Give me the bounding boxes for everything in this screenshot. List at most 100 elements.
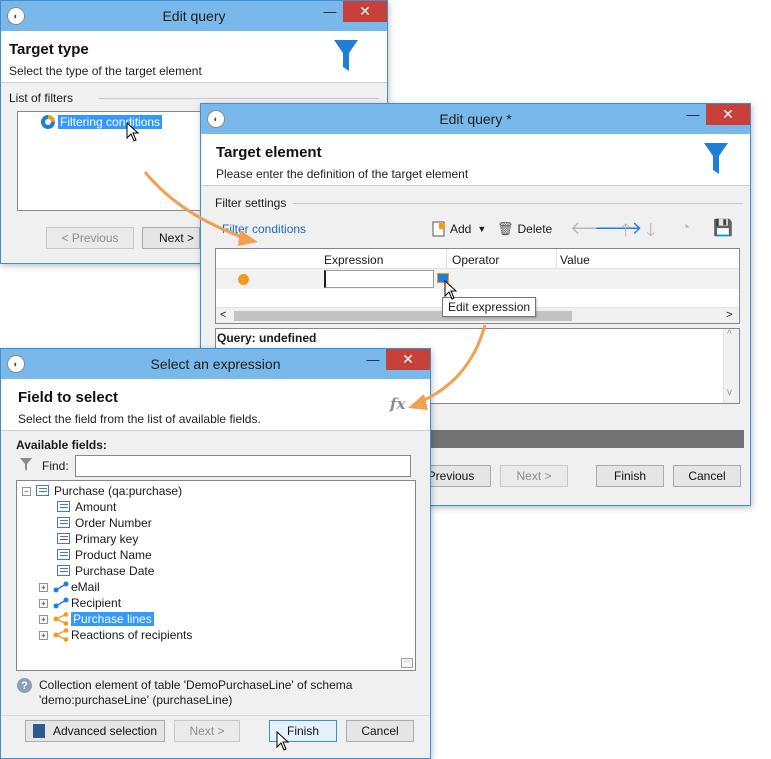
tree-field-product-name[interactable]: Product Name xyxy=(57,547,152,563)
filter-icon xyxy=(704,143,728,174)
arrow-right-icon[interactable]: 🡒 xyxy=(594,218,642,239)
titlebar[interactable]: ◐ Edit query * — ✕ xyxy=(201,104,750,134)
tree-root[interactable]: − Purchase (qa:purchase) xyxy=(22,483,182,499)
tree-root-label: Purchase (qa:purchase) xyxy=(54,484,183,498)
tree-field-amount[interactable]: Amount xyxy=(57,499,116,515)
list-item-filtering-conditions[interactable]: Filtering conditions xyxy=(40,114,164,130)
finish-button[interactable]: Finish xyxy=(596,465,664,487)
tree-link-reactions[interactable]: + Reactions of recipients xyxy=(39,627,192,643)
trash-icon: 🗑 xyxy=(497,221,514,236)
arrow-up-icon[interactable]: 🡑 xyxy=(621,218,630,248)
arrow-down-icon[interactable]: 🡓 xyxy=(646,218,655,248)
cursor-icon xyxy=(276,731,290,751)
app-icon: ◐ xyxy=(207,110,225,128)
scroll-right-icon[interactable]: > xyxy=(726,309,732,321)
scroll-left-icon[interactable]: < xyxy=(220,309,226,321)
titlebar[interactable]: ◐ Edit query — ✕ xyxy=(1,1,387,31)
field-label: Product Name xyxy=(75,548,152,562)
close-button[interactable]: ✕ xyxy=(343,1,387,22)
cancel-button[interactable]: Cancel xyxy=(346,720,414,742)
select-expression-window: ◐ Select an expression — ✕ Field to sele… xyxy=(0,348,431,759)
key-field-icon xyxy=(57,533,71,545)
cursor-icon xyxy=(126,122,140,142)
header: Target type Select the type of the targe… xyxy=(1,31,387,83)
tree-field-order-number[interactable]: Order Number xyxy=(57,515,152,531)
cancel-button[interactable]: Cancel xyxy=(673,465,741,487)
tree-link-recipient[interactable]: + Recipient xyxy=(39,595,121,611)
available-fields-label: Available fields: xyxy=(16,438,107,452)
link-icon xyxy=(53,581,69,593)
scroll-down-icon[interactable]: v xyxy=(727,387,732,398)
funnel-icon xyxy=(20,458,32,471)
table-row[interactable] xyxy=(216,269,739,289)
filter-conditions-link[interactable]: Filter conditions xyxy=(222,222,306,236)
column-expression[interactable]: Expression xyxy=(324,253,383,267)
field-label: Amount xyxy=(75,500,117,514)
vertical-scrollbar[interactable]: ^ v xyxy=(723,329,739,403)
field-icon xyxy=(57,501,71,513)
link-label: Reactions of recipients xyxy=(71,628,193,642)
next-button[interactable]: Next > xyxy=(174,720,240,742)
expand-icon[interactable]: + xyxy=(39,598,48,608)
delete-button[interactable]: 🗑 Delete xyxy=(497,221,552,237)
close-button[interactable]: ✕ xyxy=(386,349,430,370)
filter-conditions-icon xyxy=(41,115,55,129)
chevron-down-icon: ▼ xyxy=(477,224,487,234)
link-label: Purchase lines xyxy=(70,611,155,627)
tree-field-primary-key[interactable]: Primary key xyxy=(57,531,138,547)
query-label: Query: undefined xyxy=(217,331,317,345)
expand-icon[interactable]: + xyxy=(39,614,48,624)
list-item-label: Filtering conditions xyxy=(56,114,164,130)
field-icon xyxy=(57,517,71,529)
delete-label: Delete xyxy=(517,222,553,236)
find-input[interactable] xyxy=(75,455,411,477)
link-icon xyxy=(53,597,69,609)
collapse-icon[interactable]: − xyxy=(22,486,31,496)
header-title: Target element xyxy=(216,144,322,161)
fields-tree[interactable]: − Purchase (qa:purchase) Amount Order Nu… xyxy=(16,480,416,671)
minimize-button[interactable]: — xyxy=(680,104,706,125)
table-icon xyxy=(36,485,50,497)
fx-icon: fx xyxy=(390,395,406,413)
help-icon: ? xyxy=(17,678,32,693)
header-title: Field to select xyxy=(18,389,119,406)
list-label: List of filters xyxy=(9,91,78,105)
header-subtitle: Please enter the definition of the targe… xyxy=(216,167,469,181)
close-button[interactable]: ✕ xyxy=(706,104,750,125)
save-icon[interactable]: 💾 xyxy=(713,218,733,238)
expand-icon[interactable]: + xyxy=(39,582,48,592)
next-button[interactable]: Next > xyxy=(500,465,568,487)
header-subtitle: Select the type of the target element xyxy=(9,64,202,78)
section-label: Filter settings xyxy=(215,196,291,210)
status-dot-icon xyxy=(238,274,249,285)
tooltip-text: Edit expression xyxy=(448,300,531,314)
more-icon[interactable]: ··· xyxy=(401,658,413,668)
minimize-button[interactable]: — xyxy=(317,1,343,22)
field-label: Purchase Date xyxy=(75,564,155,578)
add-button[interactable]: Add ▼ xyxy=(432,221,486,237)
titlebar[interactable]: ◐ Select an expression — ✕ xyxy=(1,349,430,379)
next-button[interactable]: Next > xyxy=(142,227,200,249)
field-label: Order Number xyxy=(75,516,152,530)
header-subtitle: Select the field from the list of availa… xyxy=(18,412,261,426)
add-icon xyxy=(432,221,445,237)
previous-button[interactable]: < Previous xyxy=(46,227,134,249)
window-title: Edit query xyxy=(162,8,226,24)
expression-input[interactable] xyxy=(324,270,434,288)
column-value[interactable]: Value xyxy=(560,253,590,267)
tree-field-purchase-date[interactable]: Purchase Date xyxy=(57,563,154,579)
advanced-selection-button[interactable]: Advanced selection xyxy=(25,720,165,742)
tree-link-email[interactable]: + eMail xyxy=(39,579,100,595)
grid-header: Expression Operator Value xyxy=(216,249,739,269)
clipboard-icon xyxy=(32,724,45,738)
refresh-icon[interactable]: ◔ xyxy=(681,219,690,236)
tree-link-purchase-lines[interactable]: + Purchase lines xyxy=(39,611,155,627)
minimize-button[interactable]: — xyxy=(360,349,386,370)
expand-icon[interactable]: + xyxy=(39,630,48,640)
add-label: Add xyxy=(450,222,472,236)
window-title: Select an expression xyxy=(150,356,281,372)
column-operator[interactable]: Operator xyxy=(452,253,499,267)
field-icon xyxy=(57,565,71,577)
window-title: Edit query * xyxy=(439,111,512,127)
scroll-up-icon[interactable]: ^ xyxy=(727,329,732,340)
